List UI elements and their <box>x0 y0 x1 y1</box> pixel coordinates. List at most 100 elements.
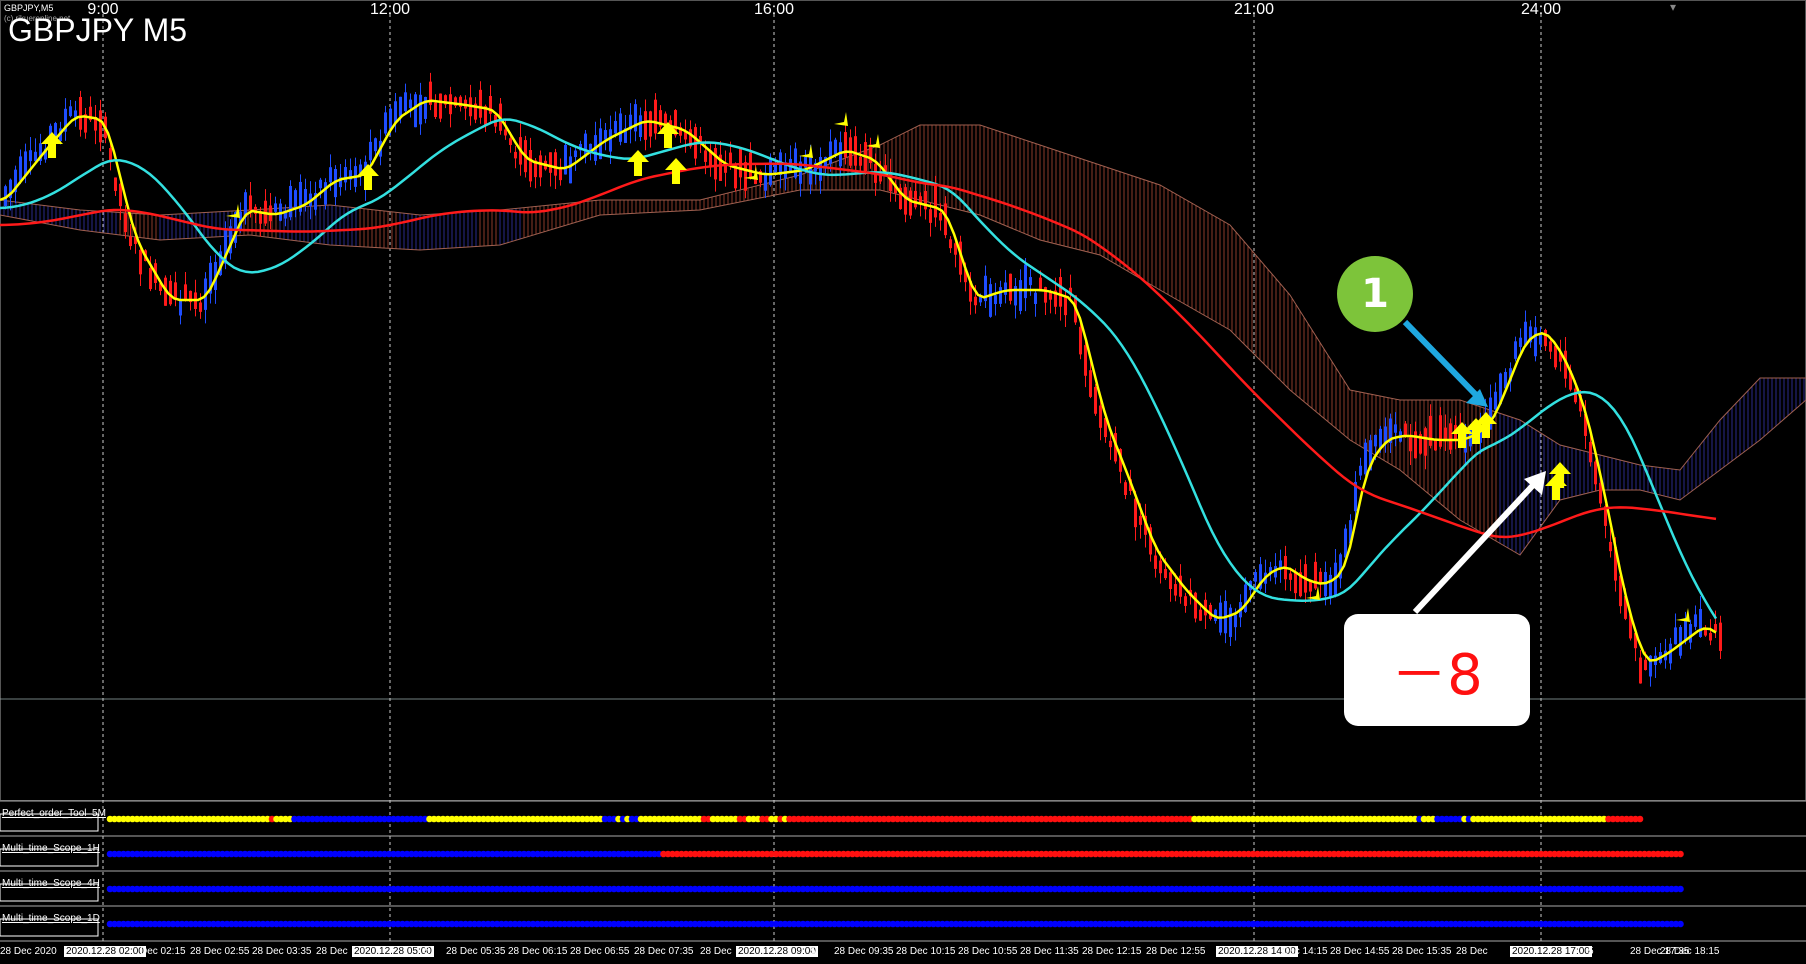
mid-moving-average-line <box>0 118 1718 620</box>
time-axis-label: 28 Dec 14:55 <box>1330 946 1390 957</box>
time-axis-label: 28 Dec 06:55 <box>570 946 630 957</box>
candle-body <box>434 102 437 118</box>
chart-shift-icon[interactable]: ▾ <box>1670 0 1676 14</box>
candle-body <box>939 212 942 221</box>
candle-body <box>1494 391 1497 410</box>
candle-body <box>604 130 607 140</box>
candle-body <box>639 115 642 137</box>
candle-body <box>1514 341 1517 359</box>
candle-body <box>419 94 422 125</box>
candle-body <box>124 213 127 233</box>
candle-body <box>1029 277 1032 286</box>
candle-body <box>369 141 372 161</box>
candle-body <box>1539 334 1542 345</box>
candle-body <box>949 239 952 249</box>
candle-body <box>129 236 132 247</box>
time-axis-label: 28 Dec 02:55 <box>190 946 250 957</box>
candle-body <box>854 136 857 166</box>
result-callout: －8 <box>1344 614 1530 726</box>
candle-body <box>1314 561 1317 589</box>
candle-body <box>1594 461 1597 485</box>
time-axis-label: 28 Dec 07:35 <box>634 946 694 957</box>
candle-body <box>1609 541 1612 552</box>
candle-body <box>149 268 152 290</box>
time-axis-label: 28 Dec <box>316 946 348 957</box>
candle-body <box>1174 584 1177 596</box>
candle-body <box>1169 572 1172 589</box>
signal-down-arrow <box>795 140 813 158</box>
candle-body <box>819 156 822 181</box>
candle-body <box>1049 292 1052 300</box>
time-axis-label: 28 Dec 15:35 <box>1392 946 1452 957</box>
candle-body <box>394 101 397 124</box>
candle-body <box>274 203 277 212</box>
time-axis-label: Dec 02:15 <box>140 946 186 957</box>
candle-body <box>919 196 922 203</box>
candle-body <box>1439 415 1442 447</box>
candle-body <box>934 185 937 218</box>
candle-body <box>1534 327 1537 357</box>
candle-body <box>549 152 552 173</box>
candle-body <box>1099 405 1102 428</box>
candle-body <box>1429 415 1432 446</box>
candle-body <box>1034 292 1037 304</box>
candle-body <box>1374 434 1377 447</box>
candle-body <box>294 190 297 208</box>
candle-body <box>1139 515 1142 525</box>
indicator-dot-blue <box>1677 885 1684 893</box>
candle-body <box>1164 569 1167 579</box>
candle-body <box>1639 657 1642 684</box>
candle-body <box>389 108 392 129</box>
candle-body <box>1194 592 1197 619</box>
candle-body <box>794 148 797 178</box>
time-axis-marker: 2020.12.28 02:00 <box>64 946 146 957</box>
candle-body <box>1404 423 1407 436</box>
time-axis-label: 28 Dec 2020 <box>0 946 57 957</box>
candle-body <box>344 167 347 183</box>
candle-body <box>834 139 837 154</box>
candle-body <box>904 187 907 215</box>
candle-body <box>399 96 402 117</box>
candle-body <box>414 94 417 128</box>
step-badge: 1 <box>1337 256 1413 332</box>
time-axis-label: 28 Dec 12:15 <box>1082 946 1142 957</box>
candle-body <box>1019 280 1022 311</box>
indicator-dot-red <box>1636 815 1644 823</box>
step-badge-number: 1 <box>1361 271 1389 317</box>
candle-body <box>654 99 657 134</box>
candle-body <box>809 156 812 185</box>
candle-body <box>479 89 482 118</box>
candle-body <box>989 284 992 317</box>
candle-body <box>1344 528 1347 558</box>
candle-body <box>769 157 772 185</box>
time-axis-label: 28 Dec 10:55 <box>958 946 1018 957</box>
candle-body <box>924 190 927 210</box>
candle-body <box>329 167 332 183</box>
time-axis-label: 28 Dec 12:55 <box>1146 946 1206 957</box>
signal-up-arrow <box>627 150 649 176</box>
candle-body <box>99 110 102 143</box>
candle-body <box>1574 388 1577 403</box>
candle-body <box>1519 337 1522 347</box>
candle-body <box>319 179 322 189</box>
candle-body <box>384 112 387 134</box>
candle-body <box>139 249 142 275</box>
candle-body <box>844 132 847 158</box>
candle-body <box>1424 428 1427 456</box>
candle-body <box>374 138 377 152</box>
time-axis-label: 5 <box>424 946 430 957</box>
candle-body <box>1434 439 1437 451</box>
candle-body <box>1004 282 1007 295</box>
time-axis-label: 28 Dec <box>1456 946 1488 957</box>
candle-body <box>1699 608 1702 637</box>
candle-body <box>514 151 517 159</box>
candle-body <box>929 209 932 223</box>
signal-down-arrow <box>1672 604 1690 622</box>
candle-body <box>609 129 612 152</box>
price-chart[interactable] <box>0 0 1806 964</box>
time-axis-label: 28 Dec 10:15 <box>896 946 956 957</box>
candle-body <box>79 96 82 130</box>
main-window-border <box>0 0 1806 801</box>
time-axis-marker: 2020.12.28 17:00 <box>1510 946 1592 957</box>
candle-body <box>29 150 32 162</box>
